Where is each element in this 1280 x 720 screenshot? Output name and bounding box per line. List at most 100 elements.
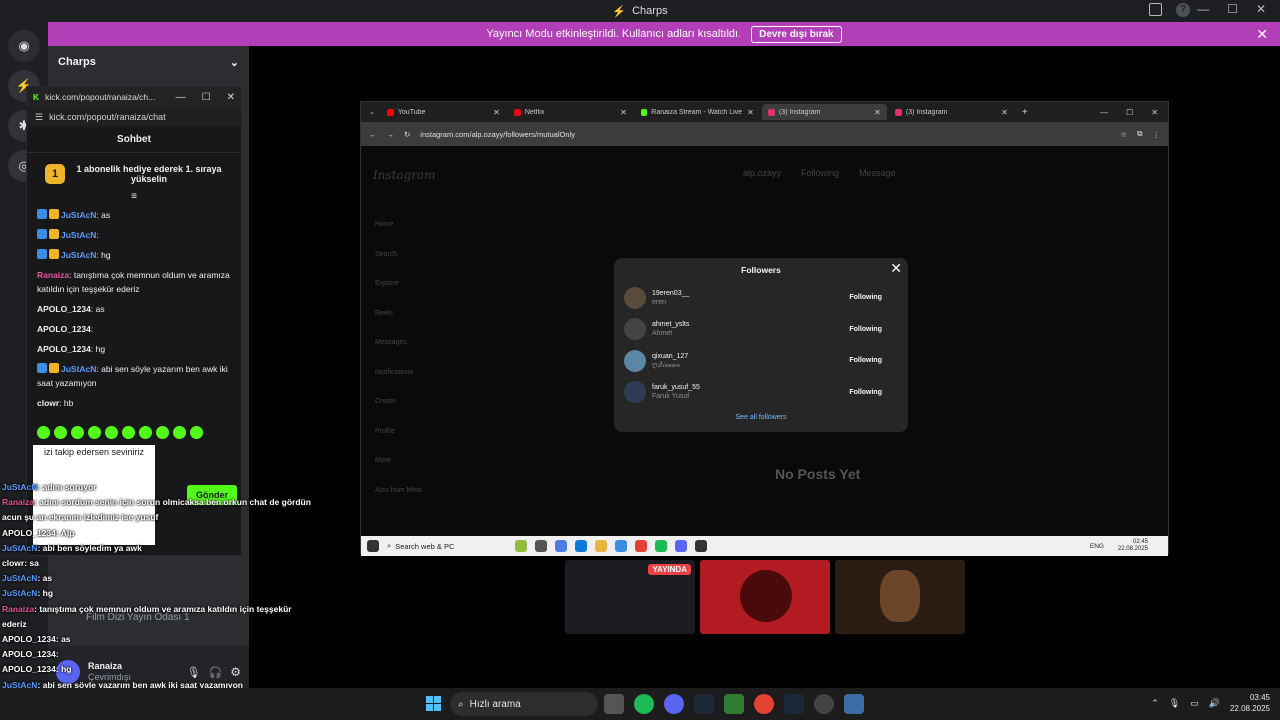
discord-icon[interactable] [664,694,684,714]
participant-tile[interactable] [700,560,830,634]
ig-nav-item[interactable]: Reels [375,299,422,329]
emote-icon[interactable] [190,426,203,439]
help-icon[interactable]: ? [1176,3,1190,17]
tab-close-icon[interactable]: ✕ [493,108,500,117]
tab-search-icon[interactable]: ⌄ [365,108,379,116]
emote-icon[interactable] [156,426,169,439]
display-icon[interactable]: ▭ [1190,698,1199,709]
close-button[interactable]: ✕ [227,92,235,103]
ig-nav-item[interactable]: Profile [375,417,422,447]
emote-icon[interactable] [105,426,118,439]
chat-username[interactable]: APOLO_1234 [37,304,91,314]
minimize-button[interactable]: — [1100,108,1108,117]
maximize-button[interactable]: ☐ [202,92,211,103]
following-button[interactable]: Following [801,168,839,178]
store-icon[interactable] [615,540,627,552]
language-indicator[interactable]: ENG [1090,543,1104,550]
maximize-button[interactable]: ☐ [1126,108,1133,117]
server-header[interactable]: Charps ⌄ [48,46,249,78]
chat-username[interactable]: JuStAcN [61,364,96,374]
emote-icon[interactable] [54,426,67,439]
browser-tab[interactable]: (3) Instagram ✕ [889,104,1014,120]
following-button[interactable]: Following [849,326,882,333]
excel-icon[interactable] [724,694,744,714]
avatar[interactable] [624,286,646,309]
app-icon[interactable] [844,694,864,714]
browser-tab[interactable]: YouTube ✕ [381,104,506,120]
tab-close-icon[interactable]: ✕ [620,108,627,117]
ig-nav-item[interactable]: Explore [375,269,422,299]
avatar[interactable] [624,349,646,372]
see-all-followers-link[interactable]: See all followers [614,414,908,421]
extensions-icon[interactable]: ⧉ [1137,129,1142,139]
volume-icon[interactable]: 🔊 [1209,698,1220,709]
file-explorer-icon[interactable] [595,540,607,552]
steam-icon[interactable] [694,694,714,714]
gift-sub-promo[interactable]: 1 1 abonelik hediye ederek 1. sıraya yük… [27,153,241,195]
url-field[interactable]: instagram.com/alp.ozayy/followers/mutual… [420,130,1110,139]
tab-close-icon[interactable]: ✕ [747,108,754,117]
avatar[interactable] [624,381,646,404]
minimize-button[interactable]: — [1197,2,1209,16]
app-icon[interactable] [695,540,707,552]
maximize-button[interactable]: ☐ [1227,2,1238,16]
follower-username[interactable]: faruk_yusuf_55 [652,383,843,392]
ig-nav-item[interactable]: Search [375,240,422,270]
ig-nav-item[interactable]: Notifications [375,358,422,388]
participant-tile[interactable] [835,560,965,634]
follower-username[interactable]: ahmet_yslts [652,320,843,329]
windows-start-icon[interactable] [367,540,379,552]
minimize-button[interactable]: — [176,92,186,103]
emote-icon[interactable] [37,426,50,439]
chat-username[interactable]: JuStAcN [61,210,96,220]
banner-close-icon[interactable]: ✕ [1256,26,1268,43]
chevron-up-icon[interactable]: ⌃ [1151,698,1159,709]
avatar[interactable] [624,318,646,341]
ig-nav-item[interactable]: Create [375,387,422,417]
bookmark-star-icon[interactable]: ☆ [1120,130,1127,139]
discord-home-icon[interactable]: ◉ [8,30,40,62]
back-icon[interactable]: ← [369,130,377,139]
discord-icon[interactable] [675,540,687,552]
emote-icon[interactable] [122,426,135,439]
taskbar-clock[interactable]: 03:45 22.08.2025 [1230,692,1270,714]
app-icon[interactable] [814,694,834,714]
browser-tab[interactable]: Ranaiza Stream - Watch Live on ✕ [635,104,760,120]
chat-username[interactable]: Ranaiza [37,270,69,280]
following-button[interactable]: Following [849,294,882,301]
close-button[interactable]: ✕ [1151,108,1158,117]
edge-icon[interactable] [575,540,587,552]
chat-username[interactable]: JuStAcN [61,230,96,240]
forward-icon[interactable]: → [387,130,395,139]
emote-icon[interactable] [88,426,101,439]
emote-icon[interactable] [173,426,186,439]
taskbar-search[interactable]: ⌕ Hızlı arama [450,692,598,716]
chat-username[interactable]: JuStAcN [61,250,96,260]
inner-search-box[interactable]: ⌕ Search web & PC [387,541,507,551]
steam-icon[interactable] [784,694,804,714]
kick-address-bar[interactable]: ☰ kick.com/popout/ranaiza/chat [27,107,241,127]
chrome-icon[interactable] [635,540,647,552]
pinned-toggle-icon[interactable]: ≡ [27,191,241,202]
close-button[interactable]: ✕ [1256,2,1266,16]
inbox-icon[interactable] [1149,3,1162,16]
new-tab-icon[interactable]: + [1016,107,1034,118]
chat-username[interactable]: APOLO_1234 [37,324,91,334]
follower-username[interactable]: qixuan_127 [652,352,843,361]
browser-tab[interactable]: (3) Instagram ✕ [761,104,887,120]
copilot-icon[interactable] [555,540,567,552]
reload-icon[interactable]: ↻ [404,130,410,139]
tab-close-icon[interactable]: ✕ [1001,108,1008,117]
ig-nav-item[interactable]: Home [375,210,422,240]
windows-start-button[interactable] [426,696,441,711]
widget-icon[interactable] [515,540,527,552]
microphone-icon[interactable]: 🎙 [1169,698,1180,709]
chat-username[interactable]: APOLO_1234 [37,344,91,354]
spotify-icon[interactable] [634,694,654,714]
disable-streamer-mode-button[interactable]: Devre dışı bırak [751,25,842,43]
menu-icon[interactable]: ⋮ [1153,130,1161,139]
site-info-icon[interactable]: ☰ [35,112,43,123]
task-view-icon[interactable] [535,540,547,552]
following-button[interactable]: Following [849,357,882,364]
message-button[interactable]: Message [859,168,896,178]
